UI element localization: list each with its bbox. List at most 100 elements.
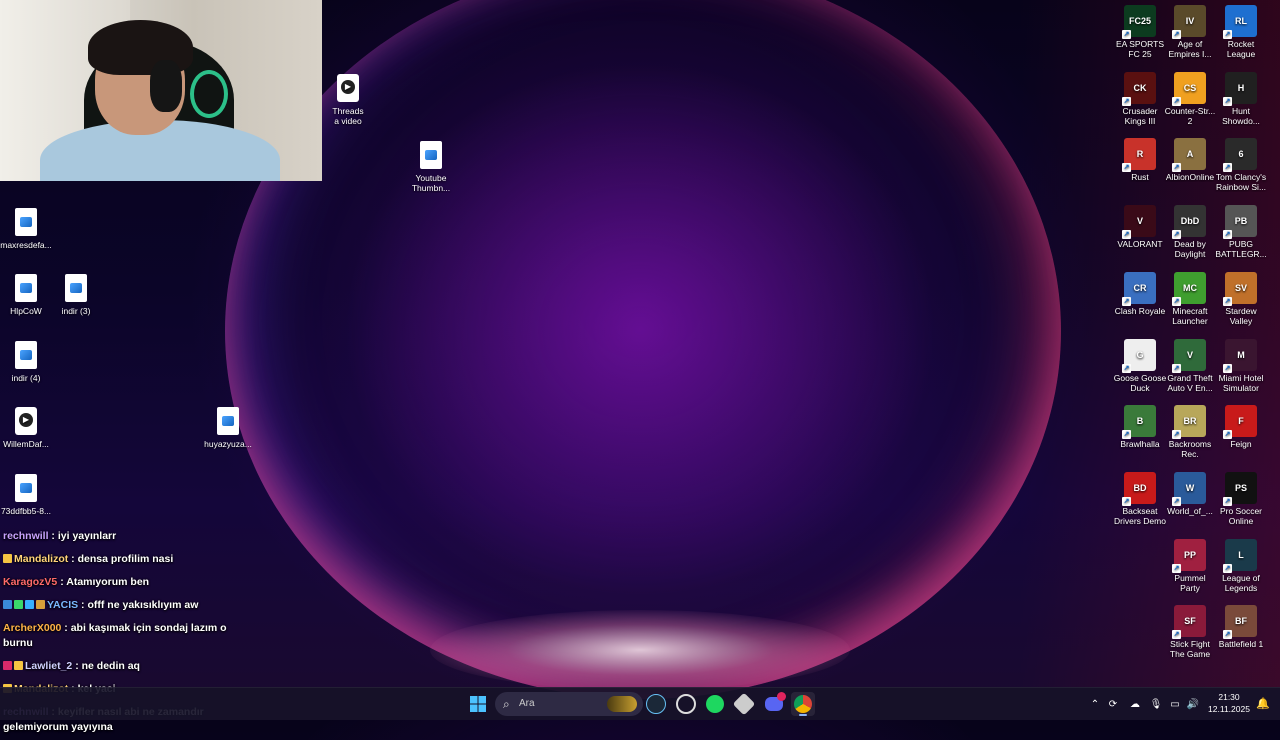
start-button[interactable] <box>466 692 490 716</box>
taskbar-app-2[interactable] <box>732 692 756 716</box>
app-shortcut-icon: V <box>1172 338 1206 373</box>
desktop-shortcut[interactable]: PSPro Soccer Online <box>1211 471 1271 526</box>
app-shortcut-icon: SV <box>1223 271 1257 306</box>
desktop-shortcut-label: Tom Clancy's Rainbow Si... <box>1215 172 1267 193</box>
app-shortcut-icon: V <box>1122 205 1156 240</box>
active-indicator <box>799 714 807 716</box>
chat-badge-icon <box>3 600 12 609</box>
network-icon[interactable]: ▭ <box>1166 699 1184 710</box>
desktop-icon-label: huyazyuza... <box>204 439 252 449</box>
app-shortcut-icon: PB <box>1223 205 1257 240</box>
desktop-icon[interactable]: huyazyuza... <box>198 405 258 449</box>
microphone-icon[interactable]: 🎙 <box>1146 699 1166 710</box>
taskbar-chrome[interactable] <box>791 692 815 716</box>
app-shortcut-icon: BF <box>1223 605 1257 640</box>
app-shortcut-icon: FC25 <box>1122 5 1156 39</box>
image-file-icon <box>15 274 37 302</box>
image-file-icon <box>15 208 37 236</box>
desktop-icon-label: 73ddfbb5-8... <box>0 506 52 516</box>
chat-message: rechnwill : iyi yayınlarr <box>0 526 250 549</box>
chat-badge-icon <box>25 600 34 609</box>
chat-message: ArcherX000 : abi kaşımak için sondaj laz… <box>0 618 250 656</box>
windows-icon <box>470 696 486 712</box>
chat-separator: : <box>61 622 71 634</box>
desktop-icon[interactable]: Youtube Thumbn... <box>401 139 461 193</box>
chat-message: Mandalizot : densa profilim nasi <box>0 549 250 572</box>
notification-badge <box>777 692 786 701</box>
desktop-shortcut[interactable]: FFeign <box>1211 405 1271 449</box>
webcam-chair-logo <box>190 70 228 118</box>
chat-username: ArcherX000 <box>3 622 62 634</box>
desktop-shortcut[interactable]: PBPUBG BATTLEGR... <box>1211 205 1271 259</box>
chat-separator: : <box>48 530 58 542</box>
chat-message: Lawliet_2 : ne dedin aq <box>0 656 250 679</box>
clock[interactable]: 21:30 12.11.2025 <box>1206 691 1252 715</box>
app-shortcut-icon: MC <box>1172 271 1206 306</box>
chat-username: Lawliet_2 <box>25 660 73 672</box>
notification-bell-icon[interactable]: 🔔 <box>1256 697 1270 710</box>
chat-text: iyi yayınlarr <box>57 530 117 542</box>
desktop-icon[interactable]: maxresdefa... <box>0 206 56 250</box>
search-icon: ⌕ <box>503 697 510 711</box>
desktop-shortcut-label: Feign <box>1230 439 1252 450</box>
desktop-shortcut-label: Battlefield 1 <box>1218 639 1264 650</box>
video-file-icon <box>337 74 359 102</box>
desktop-icon[interactable]: 73ddfbb5-8... <box>0 472 56 516</box>
chevron-up-icon[interactable]: ⌃ <box>1088 699 1102 710</box>
app-shortcut-icon: A <box>1172 138 1206 173</box>
chat-text: ne dedin aq <box>81 660 140 672</box>
app-shortcut-icon: L <box>1223 538 1257 573</box>
chat-message: YACIS : offf ne yakısıklıyım aw <box>0 595 250 618</box>
game-launcher-icon <box>732 692 756 716</box>
image-file-icon <box>217 407 239 435</box>
desktop-shortcut[interactable]: HHunt Showdo... <box>1211 71 1271 126</box>
desktop-icon-label: indir (4) <box>11 373 41 383</box>
chat-username: rechnwill <box>3 530 49 542</box>
desktop-shortcut[interactable]: LLeague of Legends <box>1211 538 1271 593</box>
desktop-shortcut-label: Miami Hotel Simulator <box>1218 372 1264 393</box>
search-placeholder: Ara <box>519 698 535 709</box>
chat-badge-icon <box>3 554 12 563</box>
desktop-shortcut-label: Rocket League <box>1226 39 1256 59</box>
app-shortcut-icon: H <box>1223 71 1257 106</box>
taskbar-spotify[interactable] <box>703 692 727 716</box>
desktop-icon[interactable]: indir (4) <box>0 339 56 383</box>
desktop-shortcut-label: PUBG BATTLEGR... <box>1215 239 1267 260</box>
taskbar-steam[interactable] <box>644 692 668 716</box>
image-file-icon <box>15 341 37 369</box>
chat-text: densa profilim nasi <box>77 553 174 565</box>
desktop-shortcut[interactable]: BFBattlefield 1 <box>1211 605 1271 649</box>
app-shortcut-icon: M <box>1223 338 1257 373</box>
desktop-shortcut-label: Stardew Valley <box>1225 305 1257 326</box>
chat-badge-icon <box>14 661 23 670</box>
chat-message: KaragozV5 : Atamıyorum ben <box>0 572 250 595</box>
app-shortcut-icon: DbD <box>1172 205 1206 240</box>
chat-badge-icon <box>3 661 12 670</box>
desktop-shortcut[interactable]: SVStardew Valley <box>1211 271 1271 326</box>
taskbar-search[interactable]: ⌕ Ara <box>495 692 643 716</box>
taskbar-app-1[interactable] <box>674 692 698 716</box>
cloud-icon[interactable]: ☁ <box>1124 699 1146 710</box>
app-shortcut-icon: PS <box>1223 471 1257 506</box>
desktop-shortcut[interactable]: 6Tom Clancy's Rainbow Si... <box>1211 138 1271 192</box>
webcam-headset <box>150 60 182 112</box>
chat-username: Mandalizot <box>14 553 69 565</box>
desktop-icon[interactable]: indir (3) <box>46 272 106 316</box>
app-shortcut-icon: F <box>1223 405 1257 440</box>
volume-icon[interactable]: 🔊 <box>1184 699 1202 710</box>
spotify-icon <box>706 695 724 713</box>
taskbar-discord[interactable] <box>762 692 786 716</box>
desktop-shortcut[interactable]: MMiami Hotel Simulator <box>1211 338 1271 393</box>
desktop-icon[interactable]: Threads a video <box>318 72 378 126</box>
desktop-icon-label: WillemDaf... <box>3 439 49 449</box>
desktop-shortcut[interactable]: RLRocket League <box>1211 5 1271 59</box>
image-file-icon <box>15 474 37 502</box>
image-file-icon <box>65 274 87 302</box>
video-file-icon <box>15 407 37 435</box>
desktop-icon[interactable]: WillemDaf... <box>0 405 56 449</box>
chat-text: offf ne yakısıklıyım aw <box>87 599 199 611</box>
sync-icon[interactable]: ⟳ <box>1102 699 1124 710</box>
app-shortcut-icon: BR <box>1172 405 1206 440</box>
chat-username: KaragozV5 <box>3 576 58 588</box>
desktop-shortcut-label: League of Legends <box>1222 572 1260 593</box>
